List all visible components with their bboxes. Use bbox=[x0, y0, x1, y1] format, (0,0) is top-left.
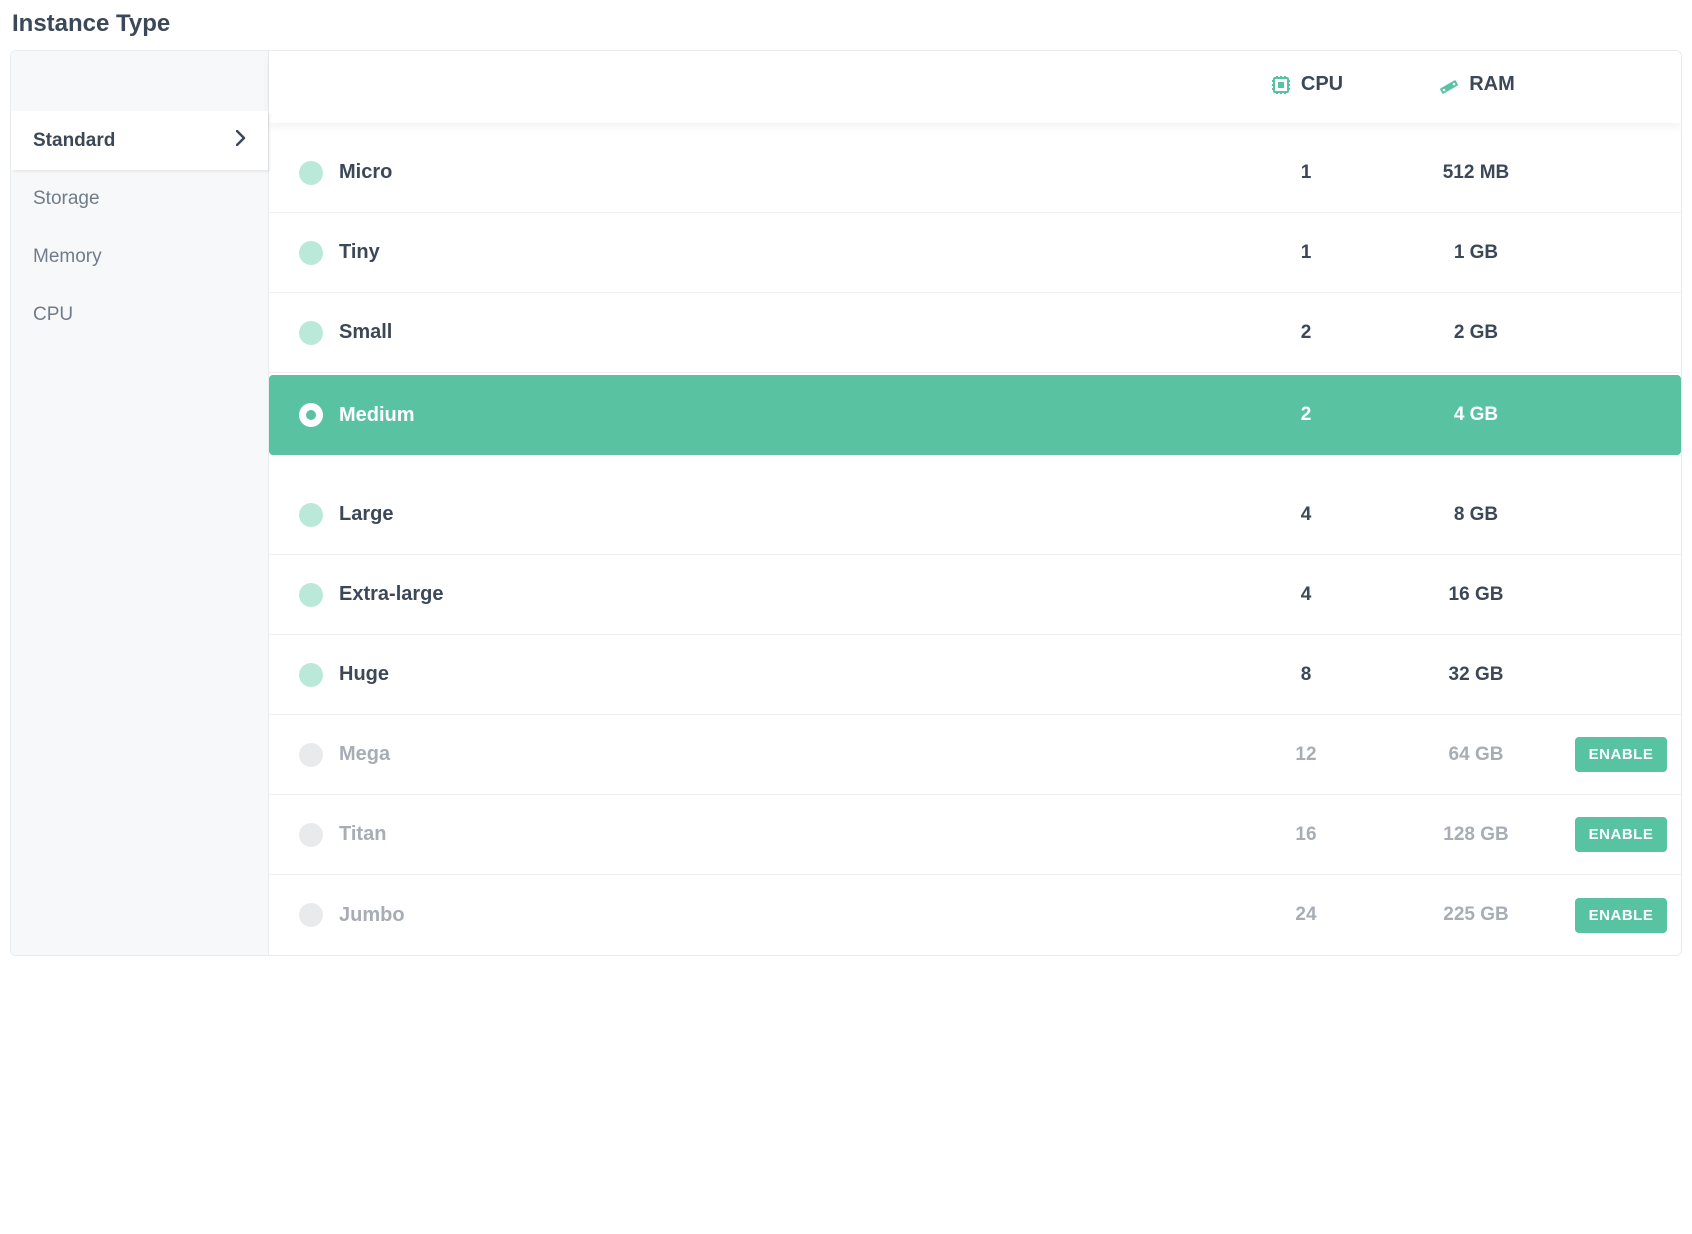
radio-icon[interactable] bbox=[299, 583, 323, 607]
instance-name: Extra-large bbox=[339, 583, 444, 605]
sidebar-item-cpu[interactable]: CPU bbox=[11, 286, 268, 344]
sidebar-item-memory[interactable]: Memory bbox=[11, 228, 268, 286]
instance-cpu: 1 bbox=[1301, 242, 1312, 263]
instance-row-tiny[interactable]: Tiny 1 1 GB bbox=[269, 213, 1681, 293]
radio-icon[interactable] bbox=[299, 503, 323, 527]
page-title: Instance Type bbox=[10, 10, 1682, 38]
instance-ram: 2 GB bbox=[1454, 322, 1498, 343]
column-header-ram-label: RAM bbox=[1469, 73, 1515, 96]
radio-icon[interactable] bbox=[299, 321, 323, 345]
instance-cpu: 24 bbox=[1295, 904, 1316, 925]
sidebar-item-label: Memory bbox=[33, 246, 102, 268]
instance-row-mega[interactable]: Mega 12 64 GB ENABLE bbox=[269, 715, 1681, 795]
instance-name: Jumbo bbox=[339, 904, 405, 926]
sidebar-item-storage[interactable]: Storage bbox=[11, 170, 268, 228]
sidebar-header-spacer bbox=[11, 51, 268, 111]
instance-ram: 1 GB bbox=[1454, 242, 1498, 263]
instance-name: Large bbox=[339, 503, 393, 525]
instance-ram: 64 GB bbox=[1449, 744, 1504, 765]
sidebar-item-label: Standard bbox=[33, 130, 115, 152]
instance-row-small[interactable]: Small 2 2 GB bbox=[269, 293, 1681, 373]
table-header: CPU RAM bbox=[269, 51, 1681, 123]
instance-cpu: 16 bbox=[1295, 824, 1316, 845]
radio-icon-selected[interactable] bbox=[299, 403, 323, 427]
instance-cpu: 4 bbox=[1301, 584, 1312, 605]
enable-button[interactable]: ENABLE bbox=[1575, 817, 1668, 852]
instance-ram: 512 MB bbox=[1443, 162, 1510, 183]
instance-row-extra-large[interactable]: Extra-large 4 16 GB bbox=[269, 555, 1681, 635]
instance-cpu: 4 bbox=[1301, 504, 1312, 525]
instance-cpu: 2 bbox=[1301, 322, 1312, 343]
instance-ram: 128 GB bbox=[1443, 824, 1508, 845]
instance-name: Small bbox=[339, 321, 392, 343]
column-header-cpu: CPU bbox=[1269, 73, 1343, 97]
radio-icon[interactable] bbox=[299, 663, 323, 687]
sidebar-item-label: CPU bbox=[33, 304, 73, 326]
instance-name: Huge bbox=[339, 663, 389, 685]
instance-cpu: 8 bbox=[1301, 664, 1312, 685]
column-header-ram: RAM bbox=[1437, 73, 1515, 97]
instance-name: Mega bbox=[339, 743, 390, 765]
instance-cpu: 2 bbox=[1301, 404, 1312, 425]
cpu-icon bbox=[1269, 73, 1293, 97]
sidebar-item-standard[interactable]: Standard bbox=[11, 111, 268, 170]
instance-row-large[interactable]: Large 4 8 GB bbox=[269, 475, 1681, 555]
radio-icon-disabled bbox=[299, 823, 323, 847]
instance-name: Titan bbox=[339, 823, 386, 845]
instance-ram: 16 GB bbox=[1449, 584, 1504, 605]
radio-icon-disabled bbox=[299, 743, 323, 767]
instance-name: Micro bbox=[339, 161, 392, 183]
instance-row-jumbo[interactable]: Jumbo 24 225 GB ENABLE bbox=[269, 875, 1681, 955]
column-header-cpu-label: CPU bbox=[1301, 73, 1343, 96]
chevron-right-icon bbox=[236, 129, 246, 152]
ram-icon bbox=[1437, 73, 1461, 97]
sidebar-item-label: Storage bbox=[33, 188, 100, 210]
enable-button[interactable]: ENABLE bbox=[1575, 898, 1668, 933]
instance-row-micro[interactable]: Micro 1 512 MB bbox=[269, 133, 1681, 213]
instance-table: CPU RAM bbox=[269, 51, 1681, 955]
radio-icon[interactable] bbox=[299, 161, 323, 185]
instance-cpu: 12 bbox=[1295, 744, 1316, 765]
instance-rows: Micro 1 512 MB Tiny 1 1 GB Small 2 2 GB bbox=[269, 123, 1681, 955]
instance-row-titan[interactable]: Titan 16 128 GB ENABLE bbox=[269, 795, 1681, 875]
instance-cpu: 1 bbox=[1301, 162, 1312, 183]
sidebar: Standard Storage Memory CPU bbox=[11, 51, 269, 955]
radio-icon-disabled bbox=[299, 903, 323, 927]
instance-name: Tiny bbox=[339, 241, 380, 263]
instance-ram: 8 GB bbox=[1454, 504, 1498, 525]
instance-ram: 4 GB bbox=[1454, 404, 1498, 425]
instance-ram: 32 GB bbox=[1449, 664, 1504, 685]
instance-ram: 225 GB bbox=[1443, 904, 1508, 925]
radio-icon[interactable] bbox=[299, 241, 323, 265]
instance-row-huge[interactable]: Huge 8 32 GB bbox=[269, 635, 1681, 715]
instance-name: Medium bbox=[339, 404, 415, 426]
instance-row-medium[interactable]: Medium 2 4 GB bbox=[269, 375, 1681, 455]
enable-button[interactable]: ENABLE bbox=[1575, 737, 1668, 772]
instance-type-panel: Standard Storage Memory CPU bbox=[10, 50, 1682, 956]
